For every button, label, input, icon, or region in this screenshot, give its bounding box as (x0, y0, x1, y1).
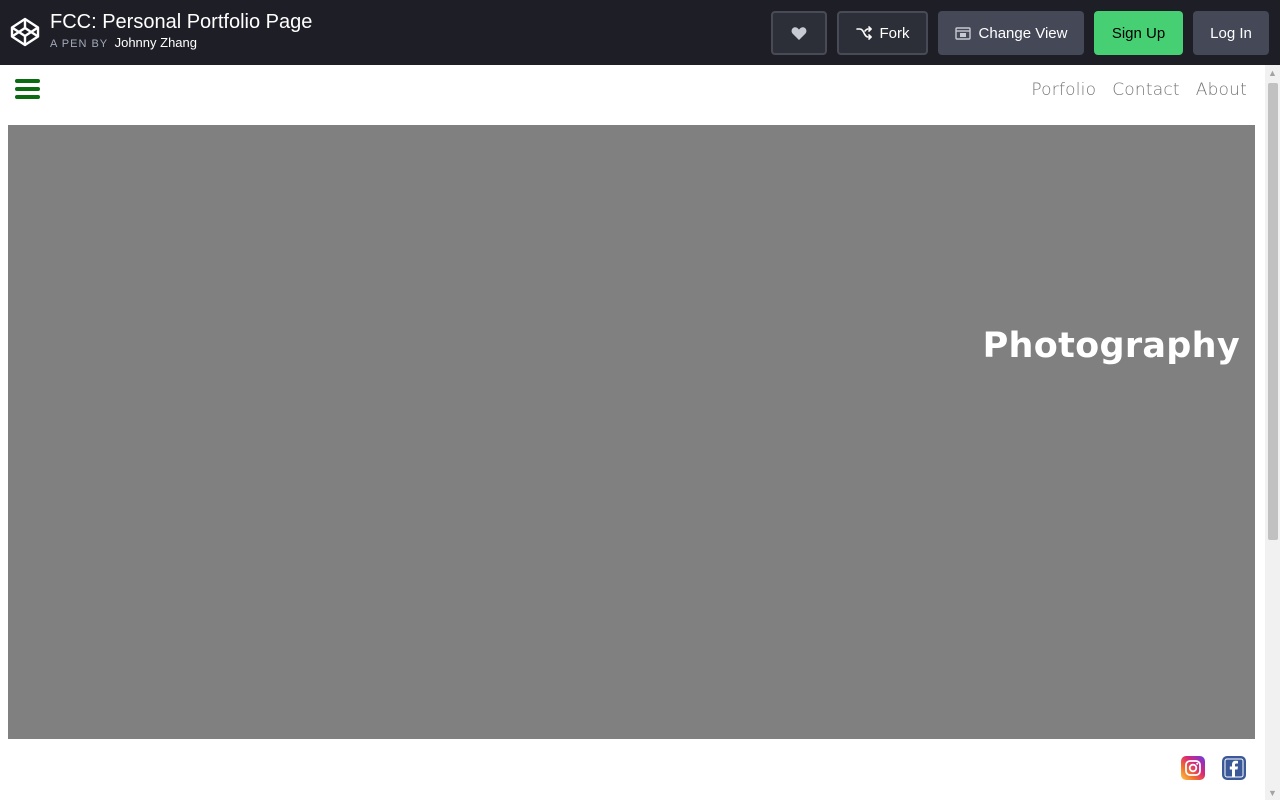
scroll-up-arrow-icon[interactable]: ▲ (1265, 65, 1280, 80)
pen-title: FCC: Personal Portfolio Page (50, 11, 313, 33)
instagram-glyph (1185, 760, 1201, 776)
facebook-glyph (1224, 758, 1244, 778)
menu-bar (15, 87, 40, 91)
codepen-header: FCC: Personal Portfolio Page A PEN BY Jo… (0, 0, 1280, 65)
author-link[interactable]: Johnny Zhang (115, 35, 197, 50)
facebook-icon[interactable] (1222, 756, 1246, 780)
codepen-logo-icon[interactable] (9, 16, 41, 48)
menu-bar (15, 79, 40, 83)
scrollbar-thumb[interactable] (1268, 83, 1278, 540)
pen-byline: A PEN BY Johnny Zhang (50, 35, 197, 52)
love-button[interactable] (771, 11, 827, 55)
nav-link-portfolio[interactable]: Porfolio (1031, 80, 1096, 100)
byline-prefix: A PEN BY (50, 38, 109, 50)
change-view-label: Change View (978, 24, 1068, 42)
hero-title: Photography (982, 326, 1240, 366)
heart-icon (791, 26, 807, 40)
nav-link-contact[interactable]: Contact (1112, 80, 1180, 100)
sign-up-button[interactable]: Sign Up (1094, 11, 1183, 55)
hamburger-menu-icon[interactable] (15, 79, 40, 100)
pen-preview: Porfolio Contact About Photography ▲ ▼ (0, 65, 1280, 800)
fork-label: Fork (879, 24, 910, 42)
vertical-scrollbar[interactable]: ▲ ▼ (1265, 65, 1280, 800)
log-in-button[interactable]: Log In (1193, 11, 1269, 55)
menu-bar (15, 95, 40, 99)
change-view-button[interactable]: Change View (938, 11, 1084, 55)
instagram-icon[interactable] (1181, 756, 1205, 780)
change-view-icon (954, 26, 971, 40)
hero-banner: Photography (8, 125, 1255, 739)
scroll-down-arrow-icon[interactable]: ▼ (1265, 785, 1280, 800)
fork-icon (855, 26, 872, 40)
nav-link-about[interactable]: About (1196, 80, 1247, 100)
fork-button[interactable]: Fork (837, 11, 928, 55)
site-nav: Porfolio Contact About (1031, 80, 1247, 100)
